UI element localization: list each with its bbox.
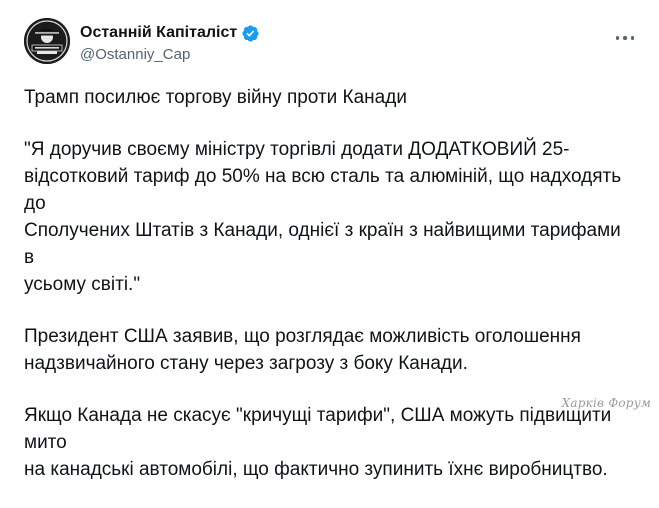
- author-display-name[interactable]: Останній Капіталіст: [80, 22, 237, 44]
- tweet-header: Останній Капіталіст @Ostanniy_Cap: [24, 16, 644, 68]
- avatar-logo-icon: [24, 18, 70, 64]
- tweet-paragraph: Якщо Канада не скасує "кричущі тарифи", …: [24, 405, 612, 480]
- display-name-row: Останній Капіталіст: [80, 22, 260, 44]
- avatar[interactable]: [24, 18, 70, 64]
- verified-badge-icon[interactable]: [241, 24, 260, 43]
- tweet-card: Останній Капіталіст @Ostanniy_Cap Трамп …: [0, 0, 659, 480]
- author-handle[interactable]: @Ostanniy_Cap: [80, 45, 260, 65]
- more-options-icon: [614, 36, 637, 40]
- more-options-button[interactable]: [608, 24, 642, 52]
- tweet-text: Трамп посилює торгову війну проти Канади…: [24, 84, 634, 508]
- tweet-paragraph: Президент США заявив, що розглядає можли…: [24, 326, 581, 374]
- tweet-paragraph: Трамп посилює торгову війну проти Канади: [24, 87, 407, 108]
- author-names: Останній Капіталіст @Ostanniy_Cap: [80, 22, 260, 65]
- tweet-paragraph: "Я доручив своєму міністру торгівлі дода…: [24, 139, 622, 295]
- watermark: Харків Форум: [561, 396, 651, 410]
